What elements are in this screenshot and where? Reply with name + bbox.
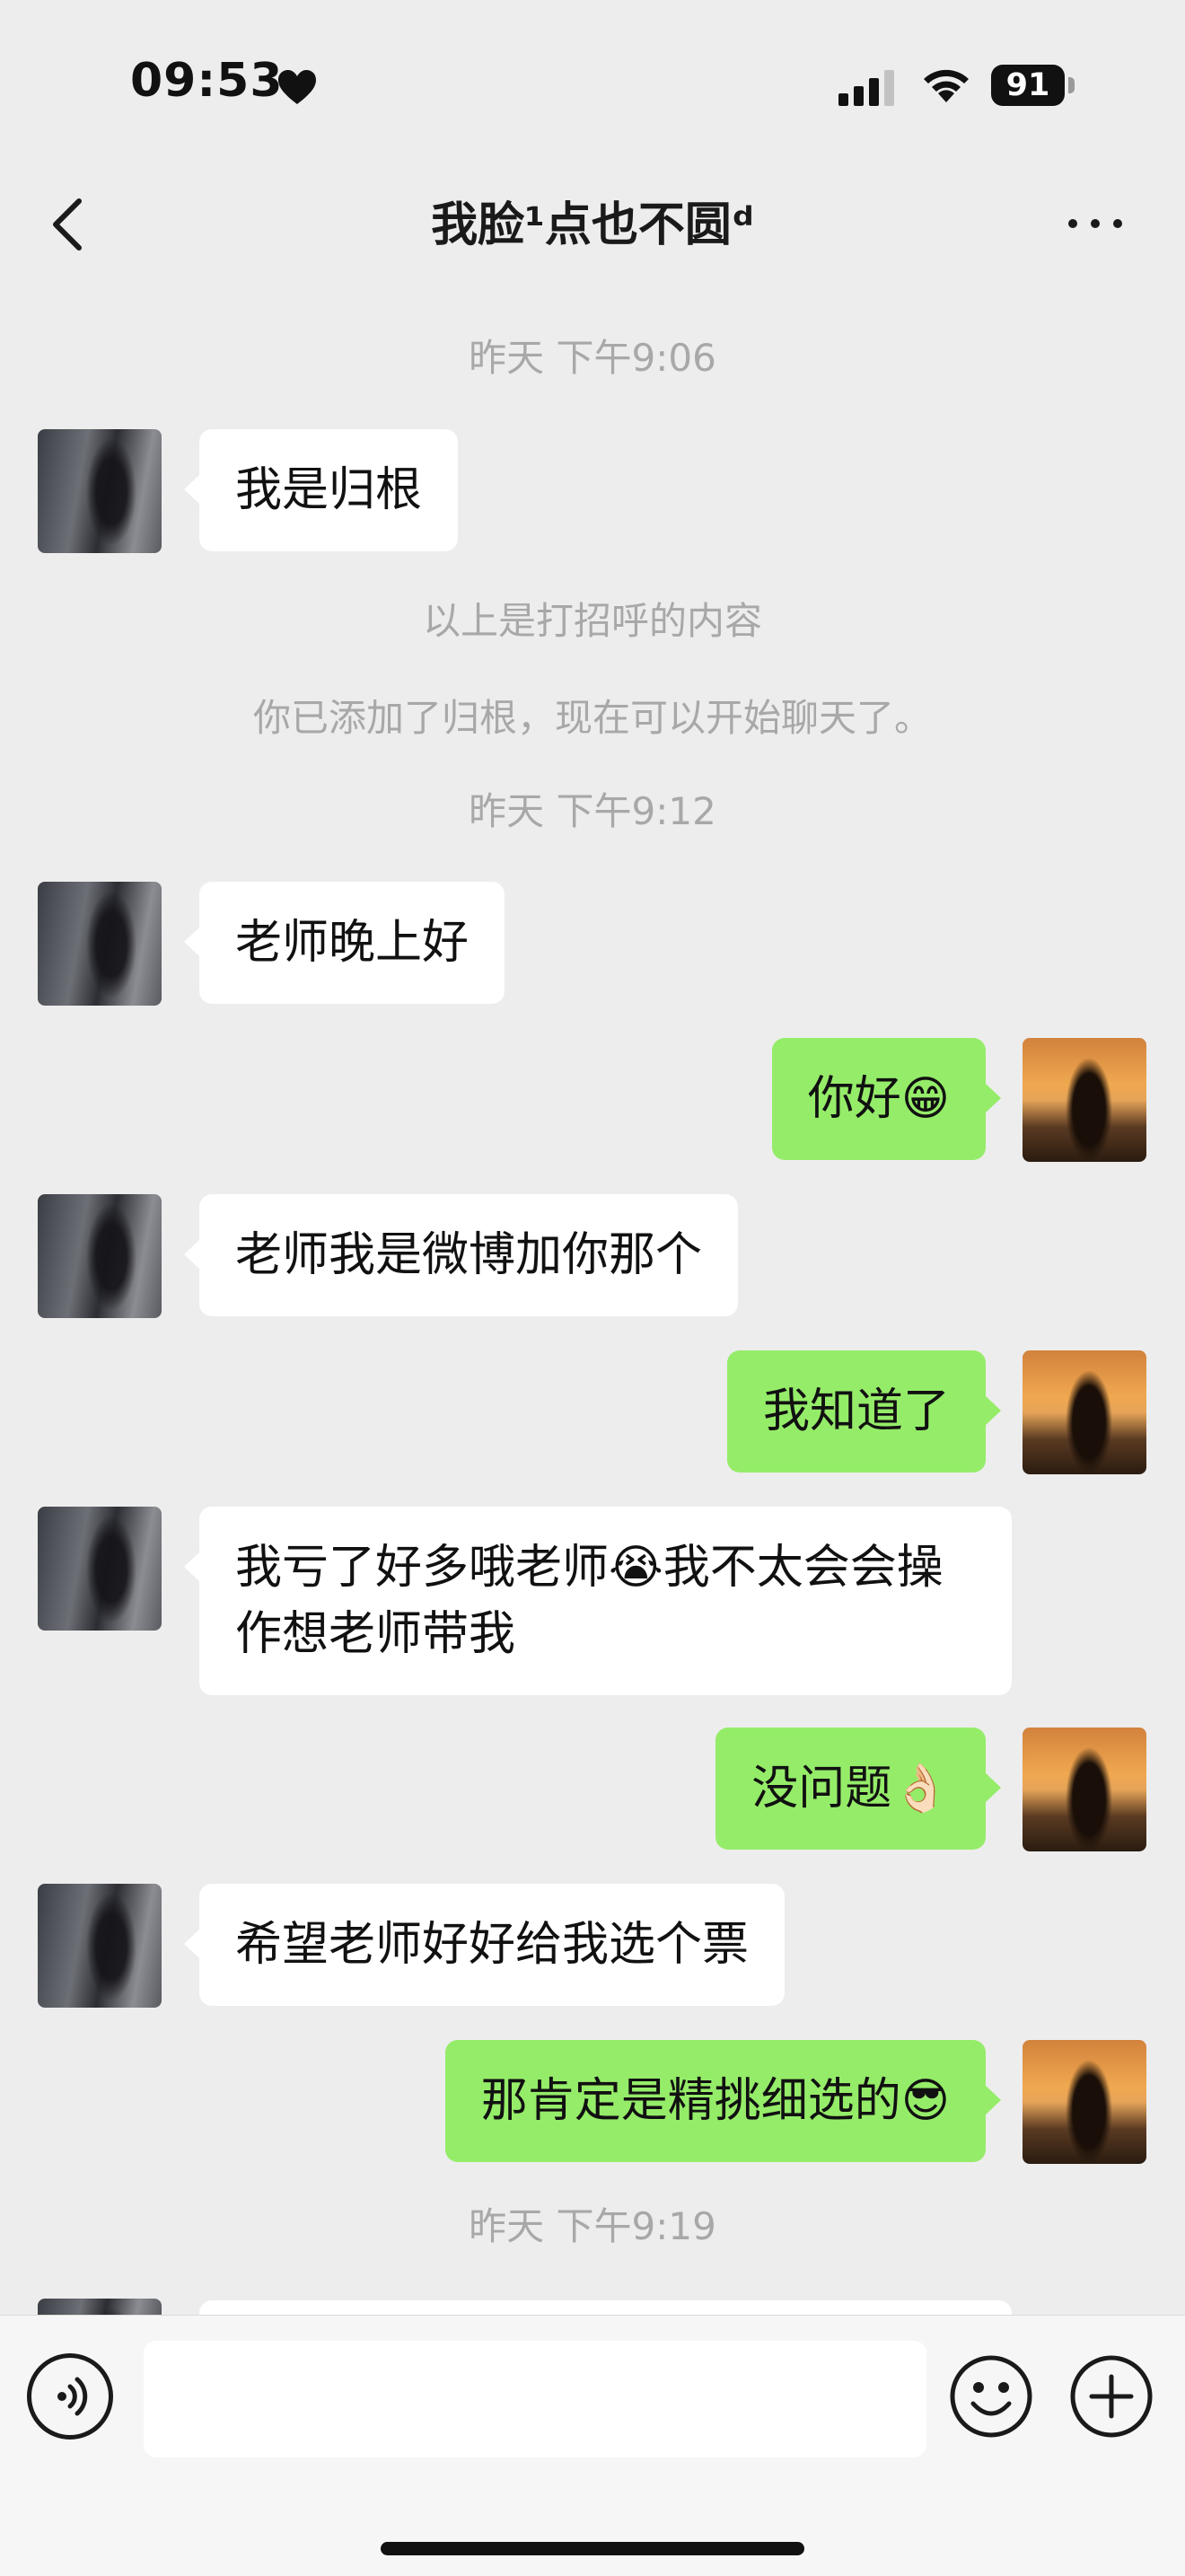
wifi-icon xyxy=(924,69,969,102)
timestamp: 昨天 下午9:19 xyxy=(469,2204,716,2248)
heart-icon xyxy=(278,70,316,104)
friend-avatar[interactable] xyxy=(38,1194,162,1318)
message-bubble-friend[interactable]: 我是归根 xyxy=(183,429,459,551)
system-message: 你已添加了归根，现在可以开始聊天了。 xyxy=(252,696,932,740)
status-bar: 09:53 91 xyxy=(0,0,1185,171)
message-bubble-me[interactable]: 你好😁 xyxy=(771,1038,1002,1160)
friend-avatar[interactable] xyxy=(38,429,162,553)
input-bar xyxy=(0,2315,1185,2576)
battery-icon: 91 xyxy=(991,65,1065,106)
message-bubble-friend[interactable]: 希望老师好好给我选个票 xyxy=(183,1884,786,2006)
friend-avatar[interactable] xyxy=(38,2299,162,2315)
battery-cap xyxy=(1068,77,1075,93)
my-avatar[interactable] xyxy=(1023,1350,1146,1474)
message-bubble-friend[interactable]: 老师我是微博加你那个 xyxy=(183,1194,739,1316)
message-bubble-me[interactable]: 我知道了 xyxy=(726,1350,1002,1473)
timestamp: 昨天 下午9:06 xyxy=(469,336,716,380)
message-input[interactable] xyxy=(144,2341,926,2457)
my-avatar[interactable] xyxy=(1023,2040,1146,2164)
friend-avatar[interactable] xyxy=(38,882,162,1006)
my-avatar[interactable] xyxy=(1023,1038,1146,1162)
timestamp: 昨天 下午9:12 xyxy=(469,789,716,833)
friend-avatar[interactable] xyxy=(38,1507,162,1631)
chevron-left-icon[interactable] xyxy=(47,196,86,253)
home-indicator xyxy=(381,2542,804,2555)
battery-level: 91 xyxy=(1005,67,1050,103)
system-message: 以上是打招呼的内容 xyxy=(422,599,762,643)
chat-title: 我脸¹点也不圆ᵈ xyxy=(431,198,754,252)
voice-icon[interactable] xyxy=(27,2353,113,2440)
plus-icon[interactable] xyxy=(1068,2353,1154,2440)
my-avatar[interactable] xyxy=(1023,1728,1146,1851)
message-bubble-friend[interactable] xyxy=(199,2300,1012,2315)
message-bubble-me[interactable]: 没问题👌🏻 xyxy=(715,1728,1001,1850)
message-bubble-friend[interactable]: 我亏了好多哦老师😭我不太会会操作想老师带我 xyxy=(184,1507,1012,1695)
message-bubble-me[interactable]: 那肯定是精挑细选的😎 xyxy=(444,2040,1002,2162)
more-dots-icon[interactable] xyxy=(1059,205,1131,241)
friend-avatar[interactable] xyxy=(38,1884,162,2008)
emoji-icon[interactable] xyxy=(948,2353,1034,2440)
cellular-signal-icon xyxy=(838,70,894,106)
status-time: 09:53 xyxy=(130,54,284,108)
message-bubble-friend[interactable]: 老师晚上好 xyxy=(183,882,505,1004)
chat-area[interactable]: 昨天 下午9:06 我是归根 以上是打招呼的内容 你已添加了归根，现在可以开始聊… xyxy=(0,269,1185,2315)
